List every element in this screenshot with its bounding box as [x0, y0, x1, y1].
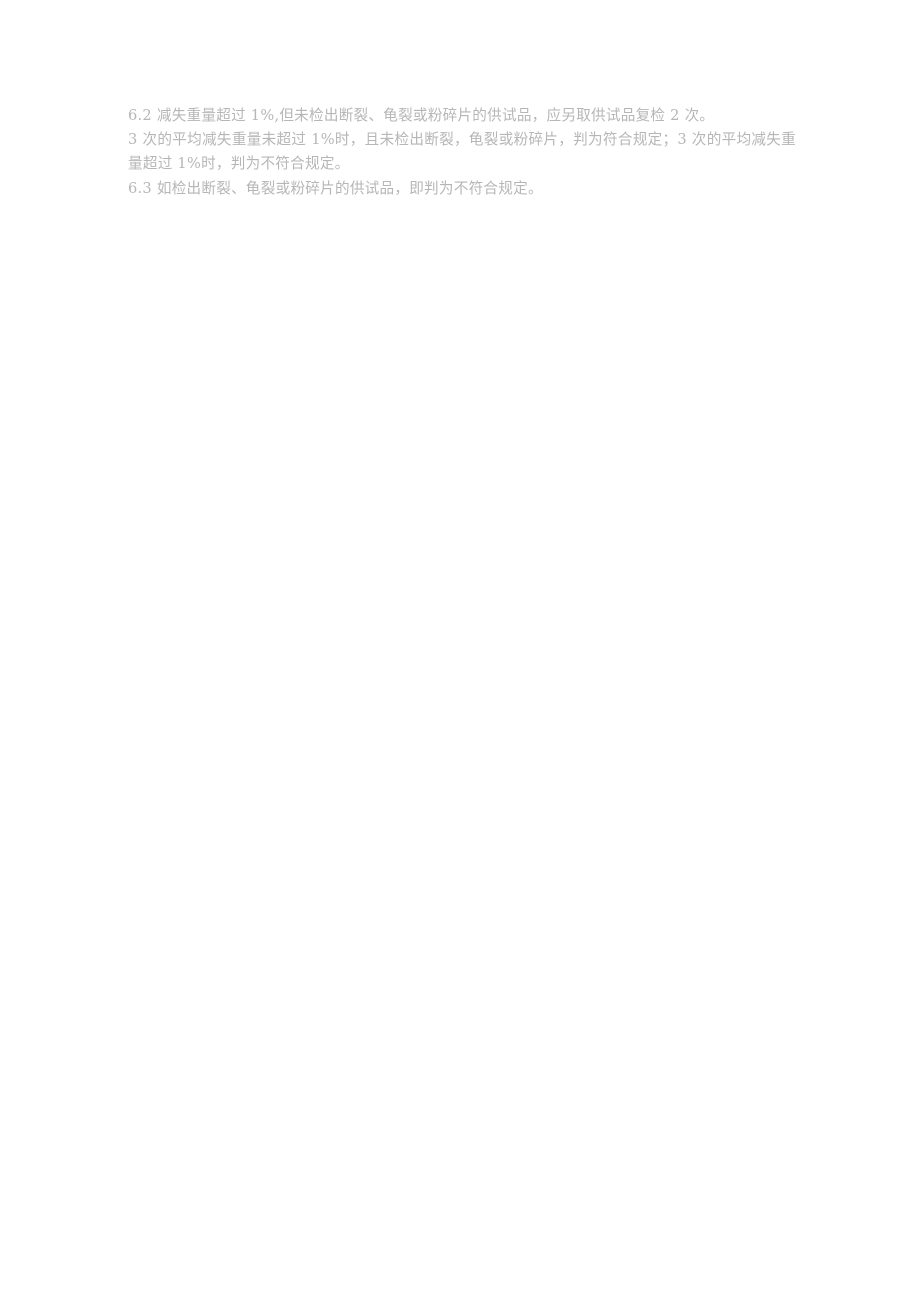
- paragraph-6-2-continued: 3 次的平均减失重量未超过 1%时，且未检出断裂，龟裂或粉碎片，判为符合规定；3…: [128, 131, 796, 173]
- paragraph-6-3: 6.3 如检出断裂、龟裂或粉碎片的供试品，即判为不符合规定。: [128, 179, 543, 197]
- paragraph-6-2: 6.2 减失重量超过 1%,但未检出断裂、龟裂或粉碎片的供试品，应另取供试品复检…: [128, 107, 715, 124]
- body-text-block: 6.2 减失重量超过 1%,但未检出断裂、龟裂或粉碎片的供试品，应另取供试品复检…: [128, 104, 796, 201]
- document-page: 6.2 减失重量超过 1%,但未检出断裂、龟裂或粉碎片的供试品，应另取供试品复检…: [0, 0, 920, 1302]
